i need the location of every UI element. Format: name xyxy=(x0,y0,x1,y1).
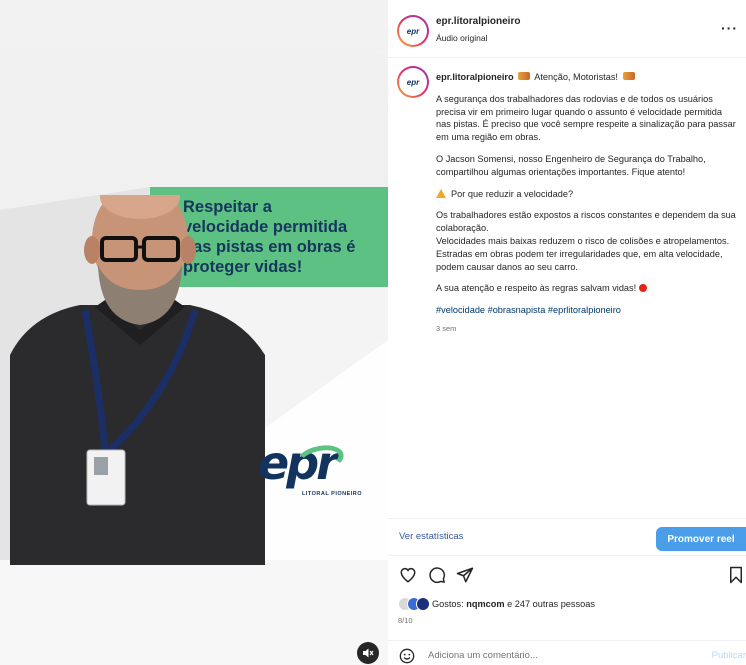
comment-bar: Publicar xyxy=(388,640,746,665)
more-options-button[interactable]: ··· xyxy=(721,20,738,36)
publish-button[interactable]: Publicar xyxy=(712,650,746,661)
caption-subheading: Por que reduzir a velocidade? xyxy=(451,188,574,199)
comment-button[interactable] xyxy=(428,566,446,589)
likes-summary[interactable]: Gostos: nqmcom e 247 outras pessoas xyxy=(398,597,738,613)
caption-line: Estradas em obras podem ter irregularida… xyxy=(436,248,723,272)
heart-icon xyxy=(400,567,416,583)
like-button[interactable] xyxy=(399,566,417,589)
epr-logo: epr LITORAL PIONEIRO xyxy=(258,436,363,497)
caption-username[interactable]: epr.litoralpioneiro xyxy=(436,72,514,82)
view-stats-link[interactable]: Ver estatísticas xyxy=(399,531,463,542)
highlight-emoji-icon xyxy=(622,72,635,80)
save-button[interactable] xyxy=(728,566,744,589)
paper-plane-icon xyxy=(456,567,474,583)
action-bar xyxy=(388,562,746,590)
avatar-logo: epr xyxy=(399,68,427,96)
smiley-icon xyxy=(399,648,415,664)
caption-avatar[interactable]: epr xyxy=(397,66,429,98)
liker-avatar xyxy=(416,597,430,611)
caption-line: Os trabalhadores estão expostos a riscos… xyxy=(436,210,736,234)
caption-title: Atenção, Motoristas! xyxy=(534,72,618,82)
caption-paragraph: O Jacson Somensi, nosso Engenheiro de Se… xyxy=(436,153,706,177)
likes-text[interactable]: Gostos: nqmcom e 247 outras pessoas xyxy=(432,599,595,609)
mute-button[interactable] xyxy=(357,642,379,664)
comment-input[interactable] xyxy=(428,650,678,661)
speaker-muted-icon xyxy=(363,648,374,658)
caption-text: epr.litoralpioneiro Atenção, Motoristas!… xyxy=(436,71,738,345)
post-header: epr epr.litoralpioneiro Áudio original ·… xyxy=(388,0,746,58)
share-button[interactable] xyxy=(456,566,474,589)
caption-paragraph: A segurança dos trabalhadores das rodovi… xyxy=(436,93,736,143)
red-circle-icon xyxy=(638,284,647,293)
warning-icon xyxy=(436,188,446,198)
hashtags[interactable]: #velocidade #obrasnapista #eprlitoralpio… xyxy=(436,304,738,317)
avatar[interactable]: epr xyxy=(397,15,429,47)
post-details-panel: epr epr.litoralpioneiro Áudio original ·… xyxy=(388,0,746,665)
caption-closing: A sua atenção e respeito às regras salva… xyxy=(436,283,637,294)
audio-label[interactable]: Áudio original xyxy=(436,33,488,43)
avatar-logo: epr xyxy=(399,17,427,45)
more-options-icon: ··· xyxy=(721,20,738,36)
caption-timestamp: 3 sem xyxy=(436,323,457,333)
promote-reel-button[interactable]: Promover reel xyxy=(656,527,746,551)
engineer-photo xyxy=(10,195,265,565)
post-date: 8/10 xyxy=(398,616,413,625)
insights-bar: Ver estatísticas Promover reel xyxy=(388,518,746,556)
caption-line: Velocidades mais baixas reduzem o risco … xyxy=(436,235,730,246)
caption-section: epr epr.litoralpioneiro Atenção, Motoris… xyxy=(388,58,746,518)
emoji-button[interactable] xyxy=(399,648,415,665)
reel-media[interactable]: Respeitar a velocidade permitida das pis… xyxy=(0,0,388,665)
author-username[interactable]: epr.litoralpioneiro xyxy=(436,16,520,27)
comment-icon xyxy=(429,567,446,584)
bookmark-icon xyxy=(730,566,742,584)
highlight-emoji-icon xyxy=(518,72,531,80)
